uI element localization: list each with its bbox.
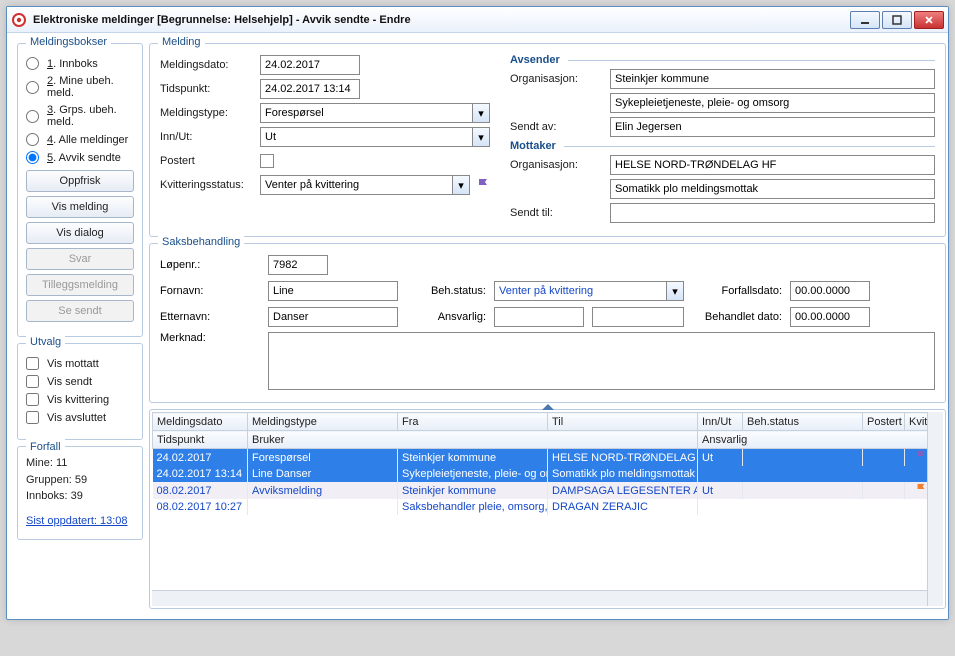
forfall-innboks: Innboks: 39 [26, 488, 134, 505]
label-ansvarlig: Ansvarlig: [406, 311, 486, 323]
forfall-mine: Mine: 11 [26, 455, 134, 472]
tilleggsmelding-button: Tilleggsmelding [26, 274, 134, 296]
label-mot-sendttil: Sendt til: [510, 207, 610, 219]
minimize-button[interactable] [850, 11, 880, 29]
table-row[interactable]: 24.02.2017 13:14Line DanserSykepleietjen… [153, 466, 943, 482]
saksbehandling-panel: Saksbehandling Løpenr.: Fornavn: Beh.sta… [149, 243, 946, 403]
flag-icon [476, 178, 490, 192]
chk-vis-mottatt[interactable]: Vis mottatt [26, 357, 134, 370]
label-fornavn: Fornavn: [160, 285, 260, 297]
sist-oppdatert-link[interactable]: Sist oppdatert: 13:08 [26, 513, 128, 530]
field-behstatus[interactable] [494, 281, 684, 301]
field-innut[interactable] [260, 127, 490, 147]
label-behstatus: Beh.status: [406, 285, 486, 297]
label-forfallsdato: Forfallsdato: [692, 285, 782, 297]
field-meldingsdato[interactable] [260, 55, 360, 75]
mailboxes-legend: Meldingsbokser [26, 36, 111, 48]
field-avs-org1[interactable] [610, 69, 935, 89]
vis-melding-button[interactable]: Vis melding [26, 196, 134, 218]
chk-postert[interactable] [260, 154, 274, 168]
messages-table: Meldingsdato Meldingstype Fra Til Inn/Ut… [149, 409, 946, 609]
field-tidspunkt[interactable] [260, 79, 360, 99]
col-meldingsdato[interactable]: Meldingsdato [153, 413, 248, 431]
chk-vis-sendt[interactable]: Vis sendt [26, 375, 134, 388]
col-ansvarlig[interactable]: Ansvarlig [698, 431, 943, 449]
oppfrisk-button[interactable]: Oppfrisk [26, 170, 134, 192]
close-button[interactable] [914, 11, 944, 29]
label-merknad: Merknad: [160, 332, 260, 344]
field-mot-org2[interactable] [610, 179, 935, 199]
maximize-button[interactable] [882, 11, 912, 29]
chk-vis-kvittering[interactable]: Vis kvittering [26, 393, 134, 406]
mailbox-alle[interactable]: 4. Alle meldinger [26, 133, 134, 146]
field-meldingstype[interactable] [260, 103, 490, 123]
label-avs-sendtav: Sendt av: [510, 121, 610, 133]
saks-legend: Saksbehandling [158, 236, 244, 248]
utvalg-group: Utvalg Vis mottatt Vis sendt Vis kvitter… [17, 343, 143, 440]
field-behandletdato[interactable] [790, 307, 870, 327]
chk-vis-avsluttet[interactable]: Vis avsluttet [26, 411, 134, 424]
titlebar[interactable]: Elektroniske meldinger [Begrunnelse: Hel… [7, 7, 948, 33]
table-row[interactable]: 08.02.2017AvviksmeldingSteinkjer kommune… [153, 482, 943, 499]
vertical-scrollbar[interactable] [927, 412, 943, 606]
col-til[interactable]: Til [548, 413, 698, 431]
col-meldingstype[interactable]: Meldingstype [248, 413, 398, 431]
forfall-group: Forfall Mine: 11 Gruppen: 59 Innboks: 39… [17, 446, 143, 540]
window-title: Elektroniske meldinger [Begrunnelse: Hel… [33, 14, 850, 26]
col-bruker[interactable]: Bruker [248, 431, 698, 449]
field-kvitteringsstatus[interactable] [260, 175, 470, 195]
mailbox-mine-ubeh[interactable]: 2. Mine ubeh. meld. [26, 75, 134, 99]
field-etternavn[interactable] [268, 307, 398, 327]
col-postert[interactable]: Postert [863, 413, 905, 431]
svar-button: Svar [26, 248, 134, 270]
horizontal-scrollbar[interactable] [152, 590, 927, 606]
melding-legend: Melding [158, 36, 205, 48]
field-merknad[interactable] [268, 332, 935, 390]
forfall-gruppen: Gruppen: 59 [26, 472, 134, 489]
vis-dialog-button[interactable]: Vis dialog [26, 222, 134, 244]
mailbox-avvik-sendte[interactable]: 5. Avvik sendte [26, 151, 134, 164]
label-tidspunkt: Tidspunkt: [160, 83, 260, 95]
field-mot-sendttil[interactable] [610, 203, 935, 223]
field-avs-sendtav[interactable] [610, 117, 935, 137]
table-row[interactable]: 08.02.2017 10:27Saksbehandler pleie, oms… [153, 499, 943, 515]
field-fornavn[interactable] [268, 281, 398, 301]
field-ansvarlig2[interactable] [592, 307, 684, 327]
label-innut: Inn/Ut: [160, 131, 260, 143]
melding-panel: Melding Meldingsdato: Tidspunkt: Melding… [149, 43, 946, 237]
field-mot-org1[interactable] [610, 155, 935, 175]
label-etternavn: Etternavn: [160, 311, 260, 323]
label-postert: Postert [160, 155, 260, 167]
collapse-arrow-icon[interactable] [542, 404, 554, 410]
label-behandletdato: Behandlet dato: [692, 311, 782, 323]
field-ansvarlig1[interactable] [494, 307, 584, 327]
forfall-legend: Forfall [26, 439, 65, 456]
label-mot-org: Organisasjon: [510, 159, 610, 171]
mottaker-header: Mottaker [510, 140, 935, 152]
window-buttons [850, 11, 944, 29]
field-lopenr[interactable] [268, 255, 328, 275]
se-sendt-button: Se sendt [26, 300, 134, 322]
field-forfallsdato[interactable] [790, 281, 870, 301]
label-lopenr: Løpenr.: [160, 259, 260, 271]
label-meldingstype: Meldingstype: [160, 107, 260, 119]
mailbox-grps-ubeh[interactable]: 3. Grps. ubeh. meld. [26, 104, 134, 128]
mailboxes-group: Meldingsbokser 1. Innboks 2. Mine ubeh. … [17, 43, 143, 337]
col-innut[interactable]: Inn/Ut [698, 413, 743, 431]
window: Elektroniske meldinger [Begrunnelse: Hel… [6, 6, 949, 620]
avsender-header: Avsender [510, 54, 935, 66]
field-avs-org2[interactable] [610, 93, 935, 113]
utvalg-legend: Utvalg [26, 336, 65, 348]
app-icon [11, 12, 27, 28]
label-kvitteringsstatus: Kvitteringsstatus: [160, 179, 260, 191]
table-row[interactable]: 24.02.2017ForespørselSteinkjer kommuneHE… [153, 449, 943, 467]
label-meldingsdato: Meldingsdato: [160, 59, 260, 71]
mailbox-innboks[interactable]: 1. Innboks [26, 57, 134, 70]
col-fra[interactable]: Fra [398, 413, 548, 431]
col-tidspunkt[interactable]: Tidspunkt [153, 431, 248, 449]
col-behstatus[interactable]: Beh.status [743, 413, 863, 431]
label-avs-org: Organisasjon: [510, 73, 610, 85]
